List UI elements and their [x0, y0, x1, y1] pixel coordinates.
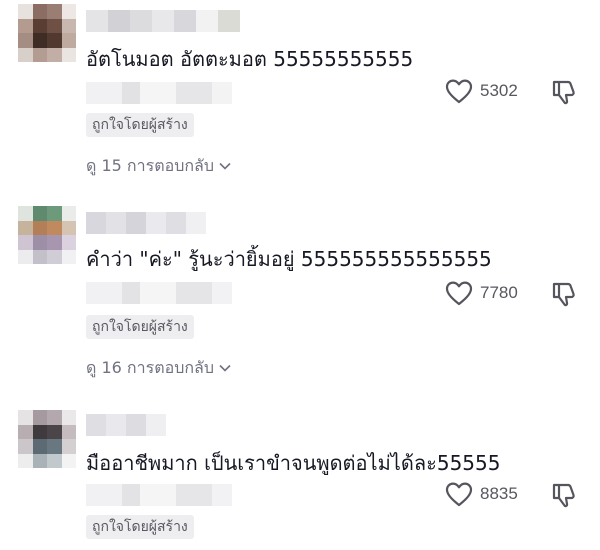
comment-text: มืออาชีพมาก เป็นเราขำจนพูดต่อไม่ได้ละ555…	[86, 451, 501, 475]
comment-text: คำว่า "ค่ะ" รู้นะว่ายิ้มอยู่ 55555555555…	[86, 247, 492, 271]
heart-outline-icon[interactable]	[444, 481, 474, 507]
liked-by-creator-badge: ถูกใจโดยผู้สร้าง	[86, 315, 194, 339]
like-button[interactable]: 7780	[444, 278, 518, 308]
view-replies-label: ดู 15 การตอบกลับ	[86, 156, 214, 175]
like-button[interactable]: 5302	[444, 76, 518, 106]
chevron-down-icon	[219, 162, 231, 170]
avatar[interactable]	[18, 206, 76, 264]
heart-outline-icon[interactable]	[444, 280, 474, 306]
view-replies-button[interactable]: ดู 16 การตอบกลับ	[86, 355, 232, 381]
like-count: 8835	[480, 484, 518, 503]
view-replies-button[interactable]: ดู 15 การตอบกลับ	[86, 153, 232, 179]
username-redacted[interactable]	[86, 414, 166, 436]
chevron-down-icon	[219, 364, 231, 372]
view-replies-label: ดู 16 การตอบกลับ	[86, 358, 214, 377]
thumbs-down-outline-icon[interactable]	[550, 280, 578, 308]
comment-date-redacted	[86, 82, 232, 104]
comment-item: มืออาชีพมาก เป็นเราขำจนพูดต่อไม่ได้ละ555…	[0, 400, 600, 550]
comment-item: คำว่า "ค่ะ" รู้นะว่ายิ้มอยู่ 55555555555…	[0, 200, 600, 400]
username-redacted[interactable]	[86, 212, 206, 234]
username-redacted[interactable]	[86, 10, 240, 32]
liked-by-creator-badge: ถูกใจโดยผู้สร้าง	[86, 515, 194, 539]
thumbs-down-outline-icon[interactable]	[550, 78, 578, 106]
comment-item: อัตโนมอต อัตตะมอต 55555555555 5302 ถูกใจ…	[0, 0, 600, 200]
avatar[interactable]	[18, 4, 76, 62]
comment-date-redacted	[86, 484, 232, 506]
heart-outline-icon[interactable]	[444, 78, 474, 104]
like-count: 7780	[480, 283, 518, 302]
comment-text: อัตโนมอต อัตตะมอต 55555555555	[86, 47, 414, 71]
like-count: 5302	[480, 81, 518, 100]
comment-date-redacted	[86, 282, 232, 304]
avatar[interactable]	[18, 410, 76, 468]
thumbs-down-outline-icon[interactable]	[550, 481, 578, 509]
liked-by-creator-badge: ถูกใจโดยผู้สร้าง	[86, 113, 194, 137]
like-button[interactable]: 8835	[444, 479, 518, 509]
